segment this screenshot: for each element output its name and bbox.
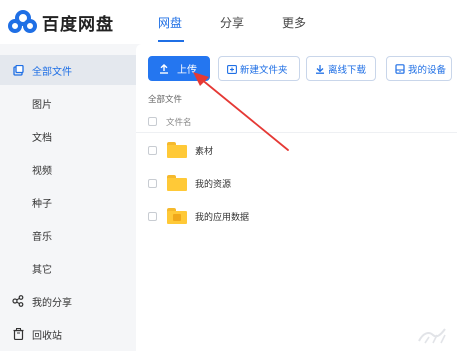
my-devices-button[interactable]: 我的设备 — [386, 56, 452, 81]
upload-button-label: 上传 — [177, 65, 197, 76]
tab-share[interactable]: 分享 — [220, 14, 244, 31]
sidebar-item-all-files[interactable]: 全部文件 — [0, 55, 136, 85]
sidebar-item-label: 文档 — [32, 132, 52, 144]
new-folder-button[interactable]: 新建文件夹 — [218, 56, 300, 81]
active-tab-indicator — [158, 40, 184, 42]
tab-netdisk[interactable]: 网盘 — [158, 14, 182, 31]
file-row[interactable]: 我的应用数据 — [136, 201, 457, 233]
sidebar-item-label: 音乐 — [32, 231, 52, 243]
sidebar-item-documents[interactable]: 文档 — [0, 121, 136, 151]
sidebar-item-my-shares[interactable]: 我的分享 — [0, 286, 136, 316]
cloud-logo-icon — [8, 9, 38, 35]
trash-icon — [12, 328, 24, 340]
row-checkbox[interactable] — [148, 212, 157, 221]
download-icon — [315, 64, 325, 74]
upload-button[interactable]: 上传 — [148, 56, 210, 81]
sidebar-item-others[interactable]: 其它 — [0, 253, 136, 283]
new-folder-button-label: 新建文件夹 — [240, 64, 288, 76]
all-files-icon — [12, 64, 24, 76]
watermark-logo — [418, 328, 446, 344]
sidebar-item-music[interactable]: 音乐 — [0, 220, 136, 250]
sidebar-item-label: 图片 — [32, 99, 52, 111]
share-icon — [12, 295, 24, 307]
app-folder-icon — [167, 208, 187, 224]
offline-download-button-label: 离线下载 — [328, 64, 367, 76]
sidebar-item-label: 全部文件 — [32, 66, 72, 78]
sidebar-item-label: 种子 — [32, 198, 52, 210]
sidebar-item-label: 回收站 — [32, 330, 62, 342]
row-checkbox[interactable] — [148, 146, 157, 155]
device-icon — [395, 63, 405, 74]
upload-icon — [159, 63, 169, 74]
file-name[interactable]: 我的应用数据 — [195, 210, 249, 223]
my-devices-button-label: 我的设备 — [408, 64, 447, 76]
sidebar-item-label: 其它 — [32, 264, 52, 276]
sidebar-item-recycle-bin[interactable]: 回收站 — [0, 319, 136, 349]
baidu-netdisk-window: 百度网盘 网盘 分享 更多 全部文件 图片 文档 视频 种子 音乐 其它 我的分… — [0, 0, 457, 351]
offline-download-button[interactable]: 离线下载 — [306, 56, 376, 81]
sidebar-item-torrents[interactable]: 种子 — [0, 187, 136, 217]
new-folder-icon — [227, 64, 237, 74]
file-name[interactable]: 素材 — [195, 144, 213, 157]
file-row[interactable]: 素材 — [136, 135, 457, 167]
select-all-checkbox[interactable] — [148, 117, 157, 126]
tab-more[interactable]: 更多 — [282, 14, 306, 31]
column-filename[interactable]: 文件名 — [166, 116, 192, 128]
file-name[interactable]: 我的资源 — [195, 177, 231, 190]
file-row[interactable]: 我的资源 — [136, 168, 457, 200]
sidebar-item-videos[interactable]: 视频 — [0, 154, 136, 184]
brand-name: 百度网盘 — [42, 14, 114, 35]
folder-icon — [167, 142, 187, 158]
folder-icon — [167, 175, 187, 191]
sidebar-item-label: 我的分享 — [32, 297, 72, 309]
header-divider — [136, 132, 457, 133]
file-list-header: 文件名 — [146, 114, 457, 130]
sidebar-item-label: 视频 — [32, 165, 52, 177]
brand-logo[interactable]: 百度网盘 — [8, 8, 140, 36]
main-content: 上传 新建文件夹 离线下载 我的设备 全部文件 文件名 素材 我的资源 我的应用… — [136, 44, 457, 351]
sidebar-item-images[interactable]: 图片 — [0, 88, 136, 118]
top-header: 百度网盘 网盘 分享 更多 — [0, 0, 457, 44]
sidebar: 全部文件 图片 文档 视频 种子 音乐 其它 我的分享 回收站 — [0, 44, 136, 351]
breadcrumb[interactable]: 全部文件 — [148, 93, 182, 105]
row-checkbox[interactable] — [148, 179, 157, 188]
